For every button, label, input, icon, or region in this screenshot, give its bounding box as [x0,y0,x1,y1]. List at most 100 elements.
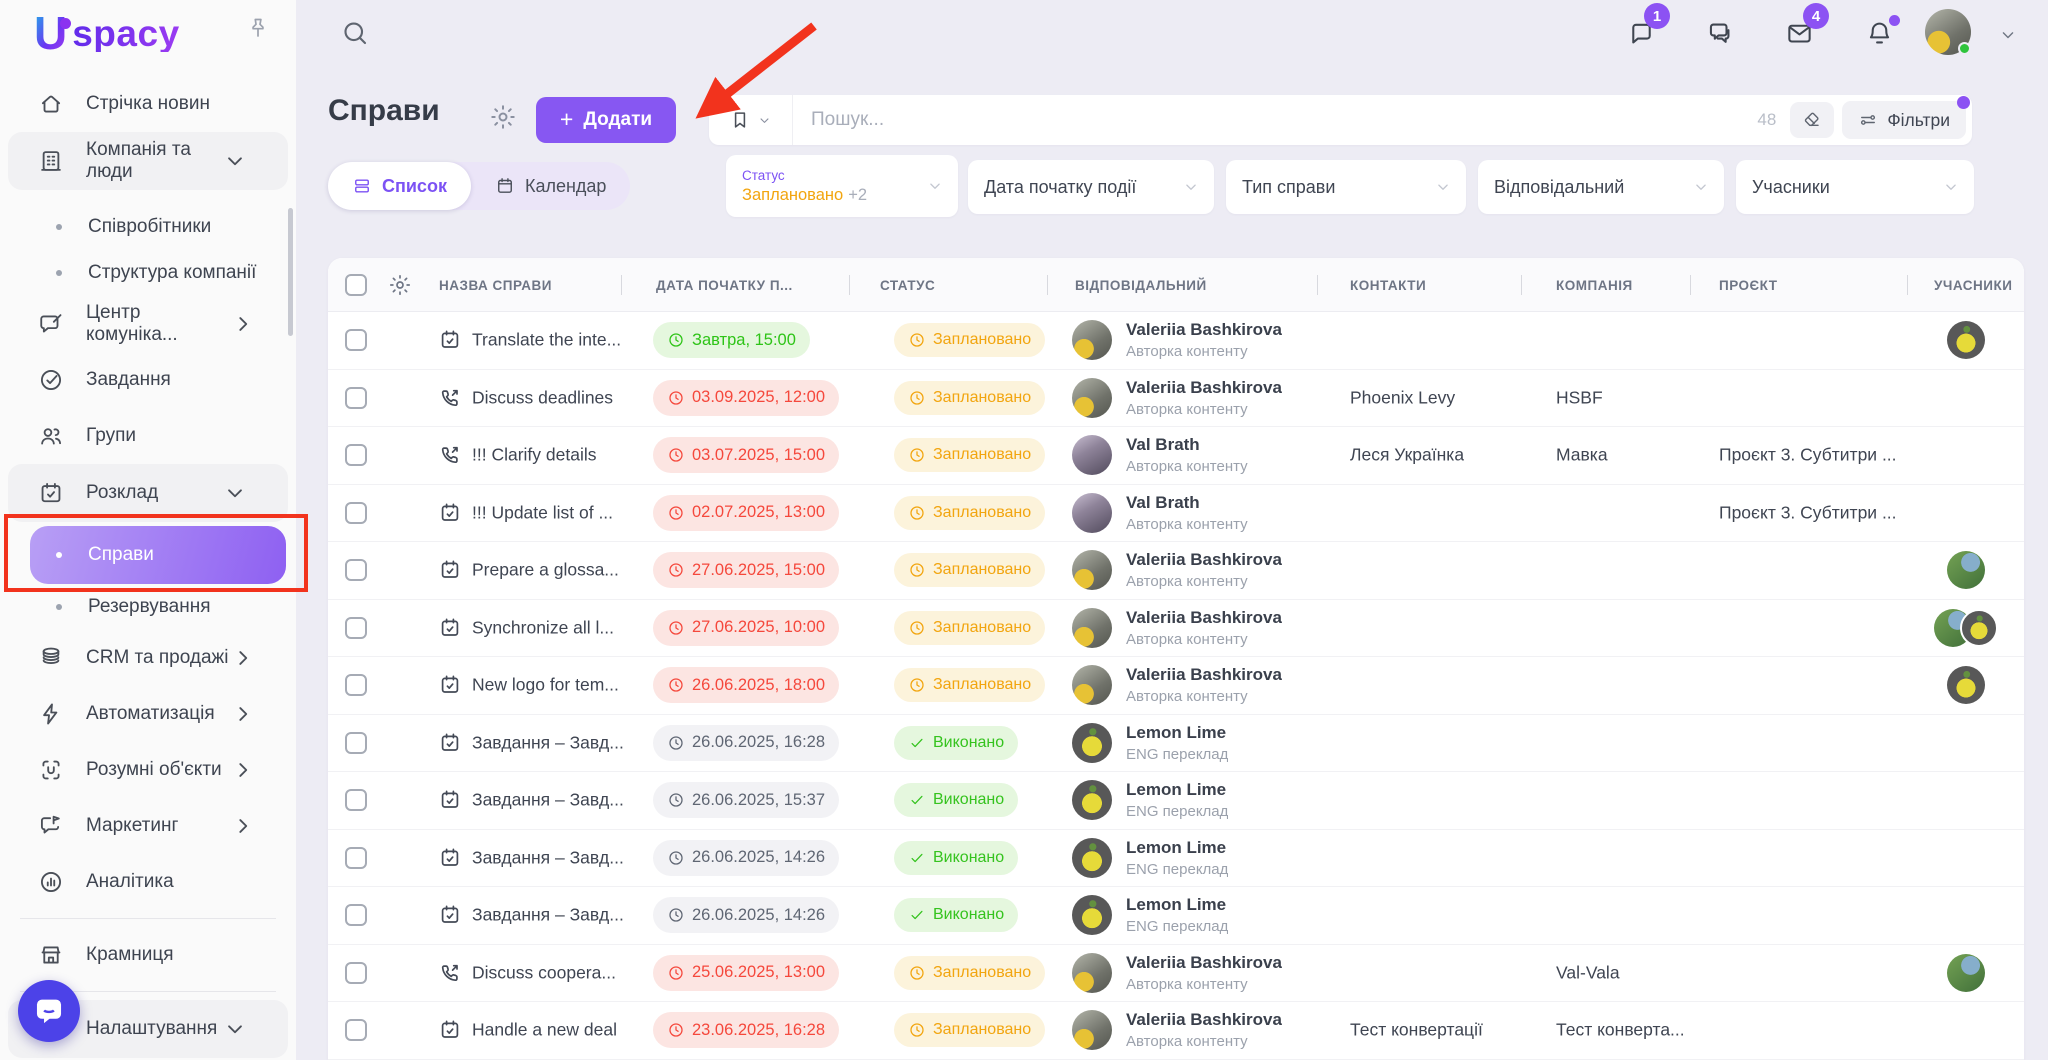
responsible-avatar[interactable] [1072,1010,1112,1050]
responsible-name[interactable]: Lemon Lime [1126,780,1228,800]
responsible-name[interactable]: Lemon Lime [1126,723,1228,743]
responsible-name[interactable]: Valeriia Bashkirova [1126,378,1282,398]
row-checkbox[interactable] [345,789,367,811]
table-row[interactable]: Завдання – Завд...26.06.2025, 14:26Викон… [328,830,2024,888]
row-checkbox[interactable] [345,674,367,696]
company-cell[interactable]: Тест конверта... [1556,1020,1685,1041]
tab-list-view[interactable]: Список [328,162,471,210]
sidebar-item-groups[interactable]: Групи [0,408,296,464]
row-checkbox[interactable] [345,387,367,409]
row-checkbox[interactable] [345,904,367,926]
responsible-avatar[interactable] [1072,493,1112,533]
global-search-icon[interactable] [340,18,370,48]
activity-name[interactable]: Synchronize all l... [472,617,614,638]
table-row[interactable]: Discuss deadlines03.09.2025, 12:00Заплан… [328,370,2024,428]
row-checkbox[interactable] [345,617,367,639]
responsible-name[interactable]: Valeriia Bashkirova [1126,953,1282,973]
activity-name[interactable]: Handle a new deal [472,1020,617,1041]
sidebar-item-comms-center[interactable]: Центр комуніка... [0,296,296,352]
sidebar-item-smart-objects[interactable]: Розумні об'єкти [0,742,296,798]
company-cell[interactable]: Мавка [1556,445,1608,466]
sidebar-item-analytics[interactable]: Аналітика [0,854,296,910]
column-header-company[interactable]: КОМПАНІЯ [1556,258,1633,312]
column-header-participants[interactable]: УЧАСНИКИ [1934,258,2012,312]
uspacy-logo[interactable]: Uspacy [34,10,180,56]
sidebar-item-crm-sales[interactable]: CRM та продажі [0,630,296,686]
sidebar-item-activities[interactable]: Справи [30,526,286,584]
table-row[interactable]: New logo for tem...26.06.2025, 18:00Запл… [328,657,2024,715]
responsible-avatar[interactable] [1072,838,1112,878]
filter-status[interactable]: Статус Заплановано+2 [726,155,958,217]
row-checkbox[interactable] [345,444,367,466]
responsible-name[interactable]: Lemon Lime [1126,838,1228,858]
activity-name[interactable]: !!! Update list of ... [472,502,613,523]
sidebar-item-news-feed[interactable]: Стрічка новин [0,76,296,132]
column-header-name[interactable]: НАЗВА СПРАВИ [439,258,552,312]
sidebar-item-employees[interactable]: Співробітники [0,204,296,250]
responsible-avatar[interactable] [1072,608,1112,648]
table-row[interactable]: Translate the inte...Завтра, 15:00Заплан… [328,312,2024,370]
activity-name[interactable]: Завдання – Завд... [472,732,624,753]
row-checkbox[interactable] [345,847,367,869]
sidebar-item-reservations[interactable]: Резервування [0,584,296,630]
row-checkbox[interactable] [345,1019,367,1041]
company-cell[interactable]: Val-Vala [1556,962,1620,983]
row-checkbox[interactable] [345,732,367,754]
activity-name[interactable]: !!! Clarify details [472,445,596,466]
responsible-name[interactable]: Valeriia Bashkirova [1126,665,1282,685]
participant-avatar[interactable] [1947,551,1985,589]
activity-name[interactable]: Prepare a glossa... [472,560,619,581]
column-header-responsible[interactable]: ВІДПОВІДАЛЬНИЙ [1075,258,1207,312]
filter-responsible[interactable]: Відповідальний [1478,160,1724,214]
responsible-name[interactable]: Valeriia Bashkirova [1126,550,1282,570]
column-header-contacts[interactable]: КОНТАКТИ [1350,258,1426,312]
sidebar-item-company-structure[interactable]: Структура компанії [0,250,296,296]
clear-filters-button[interactable] [1790,102,1834,138]
contact-cell[interactable]: Тест конвертації [1350,1020,1483,1041]
tab-calendar-view[interactable]: Календар [471,162,630,210]
table-row[interactable]: !!! Update list of ...02.07.2025, 13:00З… [328,485,2024,543]
project-cell[interactable]: Проєкт 3. Субтитри ... [1719,502,1897,523]
row-checkbox[interactable] [345,559,367,581]
responsible-avatar[interactable] [1072,665,1112,705]
activity-name[interactable]: Translate the inte... [472,330,621,351]
responsible-avatar[interactable] [1072,723,1112,763]
contact-cell[interactable]: Phoenix Levy [1350,387,1455,408]
responsible-avatar[interactable] [1072,378,1112,418]
table-row[interactable]: Завдання – Завд...26.06.2025, 16:28Викон… [328,715,2024,773]
sidebar-item-tasks[interactable]: Завдання [0,352,296,408]
pin-sidebar-icon[interactable] [246,16,270,40]
responsible-avatar[interactable] [1072,895,1112,935]
sidebar-item-shop[interactable]: Крамниця [0,927,296,983]
select-all-checkbox[interactable] [345,274,367,296]
row-checkbox[interactable] [345,502,367,524]
table-row[interactable]: Synchronize all l...27.06.2025, 10:00Зап… [328,600,2024,658]
column-header-status[interactable]: СТАТУС [880,258,935,312]
sidebar-item-company-people[interactable]: Компанія та люди [8,132,288,190]
sidebar-item-schedule[interactable]: Розклад [8,464,288,522]
table-row[interactable]: !!! Clarify details03.07.2025, 15:00Запл… [328,427,2024,485]
contact-cell[interactable]: Леся Українка [1350,445,1464,466]
table-row[interactable]: Завдання – Завд...26.06.2025, 14:26Викон… [328,887,2024,945]
support-chat-button[interactable] [18,980,80,1042]
saved-filters-button[interactable] [709,95,793,145]
project-cell[interactable]: Проєкт 3. Субтитри ... [1719,445,1897,466]
table-row[interactable]: Handle a new deal23.06.2025, 16:28Заплан… [328,1002,2024,1060]
column-header-project[interactable]: ПРОЄКТ [1719,258,1777,312]
responsible-name[interactable]: Val Brath [1126,493,1248,513]
responsible-avatar[interactable] [1072,550,1112,590]
table-row[interactable]: Discuss coopera...25.06.2025, 13:00Запла… [328,945,2024,1003]
search-input[interactable] [793,109,1757,131]
profile-chevron-down-icon[interactable] [1998,25,2018,45]
responsible-avatar[interactable] [1072,320,1112,360]
filter-start-date[interactable]: Дата початку події [968,160,1214,214]
page-settings-gear-icon[interactable] [489,103,517,131]
group-chats-icon[interactable] [1705,19,1734,48]
filter-participants[interactable]: Учасники [1736,160,1974,214]
table-row[interactable]: Завдання – Завд...26.06.2025, 15:37Викон… [328,772,2024,830]
sidebar-scrollbar[interactable] [288,208,293,336]
responsible-name[interactable]: Valeriia Bashkirova [1126,320,1282,340]
table-row[interactable]: Prepare a glossa...27.06.2025, 15:00Запл… [328,542,2024,600]
column-header-start-date[interactable]: ДАТА ПОЧАТКУ П... [656,258,793,312]
activity-name[interactable]: Discuss coopera... [472,962,616,983]
